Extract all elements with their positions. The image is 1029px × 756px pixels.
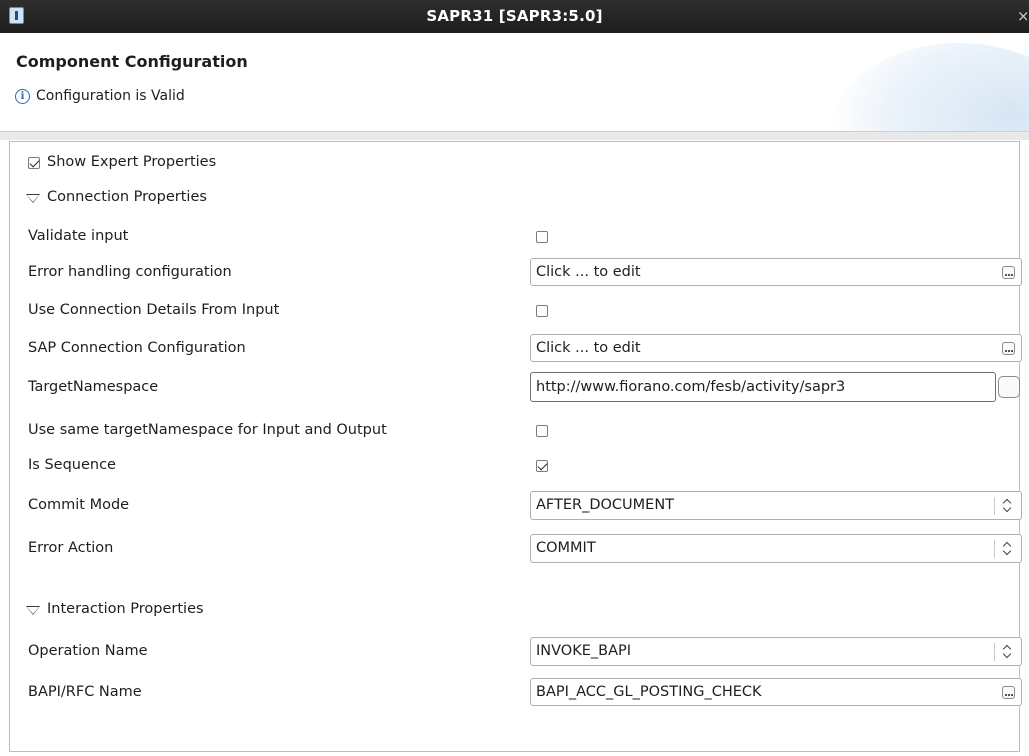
section-label: Interaction Properties (47, 601, 204, 617)
info-icon: i (15, 88, 30, 104)
property-label: Use same targetNamespace for Input and O… (28, 422, 387, 438)
property-bapi-rfc-name: BAPI/RFC Name BAPI_ACC_GL_POSTING_CHECK (10, 678, 1022, 706)
property-label: TargetNamespace (28, 379, 159, 395)
page-title: Component Configuration (16, 52, 248, 71)
bapi-rfc-name-field[interactable]: BAPI_ACC_GL_POSTING_CHECK (530, 678, 1022, 706)
section-label: Connection Properties (47, 189, 207, 205)
dropdown-arrows-icon[interactable] (1002, 498, 1013, 513)
section-interaction-properties[interactable]: Interaction Properties (10, 597, 1021, 623)
commit-mode-select[interactable]: AFTER_DOCUMENT (530, 491, 1022, 520)
ellipsis-icon[interactable] (1002, 686, 1015, 699)
is-sequence-checkbox[interactable] (536, 460, 548, 472)
property-label: Is Sequence (28, 457, 116, 473)
property-label: Use Connection Details From Input (28, 302, 280, 318)
property-label: Validate input (28, 228, 129, 244)
property-target-namespace: TargetNamespace http://www.fiorano.com/f… (10, 372, 1021, 402)
select-value: COMMIT (536, 540, 596, 556)
show-expert-properties-label: Show Expert Properties (47, 154, 217, 170)
select-value: AFTER_DOCUMENT (536, 497, 675, 513)
property-use-connection-details: Use Connection Details From Input (10, 298, 1021, 324)
dropdown-arrows-icon[interactable] (1002, 644, 1013, 659)
error-handling-field[interactable]: Click ... to edit (530, 258, 1022, 286)
dialog-header: Component Configuration i Configuration … (0, 33, 1029, 132)
property-error-handling: Error handling configuration Click ... t… (10, 258, 1022, 286)
property-same-namespace: Use same targetNamespace for Input and O… (10, 418, 1021, 444)
field-value: BAPI_ACC_GL_POSTING_CHECK (536, 684, 762, 700)
ellipsis-icon[interactable] (1002, 266, 1015, 279)
close-icon[interactable]: × (1017, 7, 1027, 25)
sap-connection-field[interactable]: Click ... to edit (530, 334, 1022, 362)
property-operation-name: Operation Name INVOKE_BAPI (10, 637, 1022, 666)
property-sap-connection: SAP Connection Configuration Click ... t… (10, 334, 1022, 362)
property-label: Error handling configuration (28, 264, 232, 280)
window-title: SAPR31 [SAPR3:5.0] (426, 7, 603, 25)
field-value: Click ... to edit (536, 264, 641, 280)
same-namespace-checkbox[interactable] (536, 425, 548, 437)
header-decoration (829, 43, 1029, 131)
operation-name-select[interactable]: INVOKE_BAPI (530, 637, 1022, 666)
property-label: Operation Name (28, 643, 148, 659)
property-error-action: Error Action COMMIT (10, 534, 1022, 563)
show-expert-properties-row[interactable]: Show Expert Properties (10, 150, 1021, 176)
property-label: Error Action (28, 540, 114, 556)
error-action-select[interactable]: COMMIT (530, 534, 1022, 563)
property-label: Commit Mode (28, 497, 130, 513)
show-expert-properties-checkbox[interactable] (28, 157, 40, 169)
field-value: Click ... to edit (536, 340, 641, 356)
window-titlebar: SAPR31 [SAPR3:5.0] × (0, 0, 1029, 33)
field-value: http://www.fiorano.com/fesb/activity/sap… (536, 379, 846, 395)
properties-panel: Show Expert Properties Connection Proper… (9, 141, 1022, 752)
section-connection-properties[interactable]: Connection Properties (10, 185, 1021, 211)
select-value: INVOKE_BAPI (536, 643, 632, 659)
validate-input-checkbox[interactable] (536, 231, 548, 243)
use-connection-details-checkbox[interactable] (536, 305, 548, 317)
property-is-sequence: Is Sequence (10, 453, 1021, 479)
header-separator (0, 132, 1029, 140)
target-namespace-input[interactable]: http://www.fiorano.com/fesb/activity/sap… (530, 372, 996, 402)
validation-status: i Configuration is Valid (15, 88, 185, 104)
ellipsis-icon[interactable] (1002, 342, 1015, 355)
property-label: BAPI/RFC Name (28, 684, 142, 700)
property-commit-mode: Commit Mode AFTER_DOCUMENT (10, 491, 1022, 520)
property-validate-input: Validate input (10, 224, 1021, 250)
status-text: Configuration is Valid (36, 88, 185, 104)
property-label: SAP Connection Configuration (28, 340, 246, 356)
target-namespace-edit-button[interactable] (998, 376, 1020, 398)
dropdown-arrows-icon[interactable] (1002, 541, 1013, 556)
